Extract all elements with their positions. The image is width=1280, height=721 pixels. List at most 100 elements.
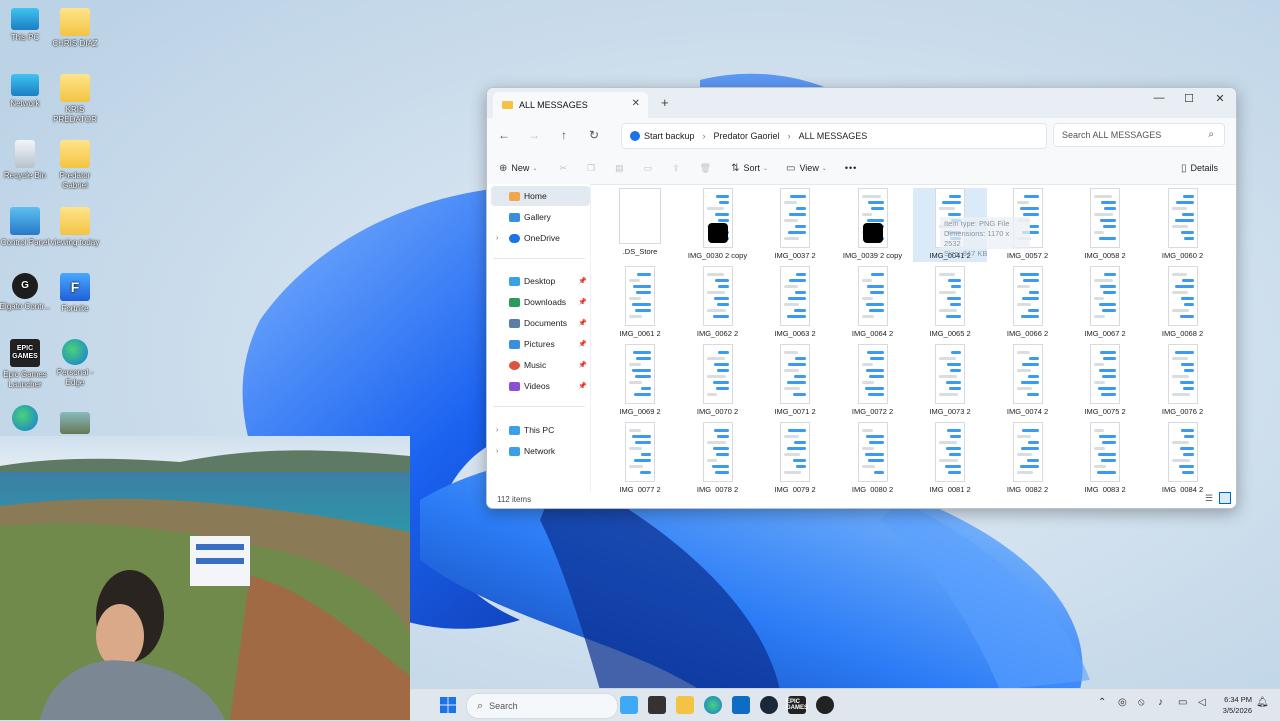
monitor-icon[interactable]: ▭ [1178, 697, 1187, 708]
details-view-icon[interactable]: ☰ [1205, 493, 1213, 504]
desktop-icon-fortnite[interactable]: F Fortnite [48, 273, 102, 314]
sidebar-item-documents[interactable]: Documents 📌 [487, 313, 590, 333]
file-item[interactable]: IMG_0079 2 [758, 422, 832, 494]
microphone-icon[interactable]: ♪ [1158, 697, 1163, 708]
desktop-icon-this-pc[interactable]: This PC [0, 8, 52, 43]
desktop-icon-elgato[interactable]: G Elgato Contr... [0, 273, 52, 312]
file-item[interactable]: IMG_0030 2 copy [681, 188, 755, 262]
file-item[interactable]: IMG_0037 2 [758, 188, 832, 262]
share-icon[interactable]: ⇪ [672, 163, 680, 174]
file-item[interactable]: IMG_0062 2 [681, 266, 755, 340]
store-icon[interactable] [732, 696, 750, 714]
file-item[interactable]: IMG_0075 2 [1068, 344, 1142, 418]
search-box[interactable]: Search ALL MESSAGES ⌕ [1053, 123, 1225, 147]
epic-games-icon[interactable]: EPIC GAMES [786, 696, 808, 714]
file-item[interactable]: IMG_0083 2 [1068, 422, 1142, 494]
file-item[interactable]: IMG_0082 2 [991, 422, 1065, 494]
minimize-button[interactable]: — [1147, 92, 1171, 104]
sort-button[interactable]: ⇅ Sort ⌄ [731, 163, 768, 174]
windows-start-icon[interactable] [440, 697, 456, 713]
desktop-icon-chris-diaz[interactable]: CHRIS DIAZ [48, 8, 102, 49]
file-explorer-icon[interactable] [676, 696, 694, 714]
details-button[interactable]: ▯ Details [1181, 163, 1218, 174]
file-item[interactable]: IMG_0065 2 [913, 266, 987, 340]
file-item[interactable]: IMG_0058 2 [1068, 188, 1142, 262]
cut-icon[interactable]: ✂ [559, 163, 567, 174]
close-window-button[interactable]: ✕ [1208, 92, 1232, 105]
steam-icon[interactable] [760, 696, 778, 714]
file-item[interactable]: IMG_0070 2 [681, 344, 755, 418]
file-item[interactable]: IMG_0067 2 [1068, 266, 1142, 340]
new-tab-button[interactable]: + [661, 95, 669, 110]
sidebar-item-music[interactable]: Music 📌 [487, 355, 590, 375]
file-item[interactable]: IMG_0084 2 [1146, 422, 1220, 494]
copy-icon[interactable]: ❐ [587, 163, 595, 174]
desktop-icon-recycle-bin[interactable]: Recycle Bin [0, 140, 52, 181]
file-item[interactable]: IMG_0073 2 [913, 344, 987, 418]
file-item[interactable]: IMG_0039 2 copy [836, 188, 910, 262]
more-options-button[interactable]: ••• [845, 163, 857, 173]
recording-app-icon[interactable] [816, 696, 834, 714]
file-item[interactable]: IMG_0069 2 [603, 344, 677, 418]
desktop-icon-edge-2[interactable] [0, 405, 52, 434]
file-item[interactable]: IMG_0066 2 [991, 266, 1065, 340]
refresh-button[interactable]: ↻ [579, 128, 609, 142]
sidebar-item-gallery[interactable]: Gallery [487, 207, 590, 227]
sidebar-item-pictures[interactable]: Pictures 📌 [487, 334, 590, 354]
desktop-icon-personal-edge[interactable]: Personal - Edge [48, 339, 102, 388]
sidebar-item-desktop[interactable]: Desktop 📌 [487, 271, 590, 291]
file-item[interactable]: IMG_0080 2 [836, 422, 910, 494]
back-button[interactable]: ← [489, 128, 519, 142]
desktop-icon-epic-games[interactable]: EPIC GAMES Epic Games Launcher [0, 339, 52, 390]
rename-icon[interactable]: ▭ [644, 163, 653, 174]
taskbar-search[interactable]: ⌕ Search [466, 693, 618, 719]
notification-bell-icon[interactable]: 🔔︎ [1256, 697, 1269, 708]
desktop-icon-control-panel[interactable]: Control Panel [0, 207, 52, 248]
file-item[interactable]: IMG_0063 2 [758, 266, 832, 340]
sidebar-item-videos[interactable]: Videos 📌 [487, 376, 590, 396]
up-button[interactable]: ↑ [549, 128, 579, 142]
task-view-icon[interactable] [648, 696, 666, 714]
breadcrumb-predator-gabriel[interactable]: Predator Gaoriel [714, 131, 780, 141]
maximize-button[interactable]: ☐ [1177, 92, 1201, 105]
file-item[interactable]: IMG_0072 2 [836, 344, 910, 418]
file-item[interactable]: IMG_0081 2 [913, 422, 987, 494]
file-item[interactable]: IMG_0074 2 [991, 344, 1065, 418]
delete-icon[interactable]: 🗑 [700, 163, 711, 174]
close-tab-icon[interactable]: ✕ [632, 98, 640, 109]
desktop-icon-predator-gabriel[interactable]: Predator Gabriel [48, 140, 102, 191]
forward-button[interactable]: → [519, 128, 549, 142]
breadcrumb-start-backup[interactable]: Start backup [644, 131, 695, 141]
desktop-icon-kris-predator[interactable]: KRIS PREDATOR [48, 74, 102, 125]
file-item[interactable]: IMG_0076 2 [1146, 344, 1220, 418]
sidebar-item-home[interactable]: Home [491, 186, 590, 206]
file-item[interactable]: IMG_0077 2 [603, 422, 677, 494]
address-bar[interactable]: Start backup › Predator Gaoriel › ALL ME… [621, 123, 1047, 149]
file-item[interactable]: IMG_0061 2 [603, 266, 677, 340]
tray-app-icon[interactable]: ◎ [1118, 697, 1127, 708]
file-item[interactable]: IMG_0060 2 [1146, 188, 1220, 262]
network-icon[interactable]: ⦸ [1138, 697, 1145, 708]
breadcrumb-all-messages[interactable]: ALL MESSAGES [799, 131, 868, 141]
tiles-view-icon[interactable] [1219, 492, 1231, 504]
sidebar-item-downloads[interactable]: Downloads 📌 [487, 292, 590, 312]
new-button[interactable]: ⊕ New ⌄ [499, 163, 537, 174]
view-button[interactable]: ▭ View ⌄ [786, 163, 827, 174]
sidebar-item-this-pc[interactable]: › This PC [487, 420, 590, 440]
tab-all-messages[interactable]: ALL MESSAGES ✕ [493, 92, 648, 118]
paste-icon[interactable]: ▤ [615, 163, 624, 174]
copilot-icon[interactable] [620, 696, 638, 714]
sidebar-item-onedrive[interactable]: › OneDrive [487, 228, 590, 248]
clock[interactable]: 6:34 PM 3/5/2026 [1223, 694, 1252, 716]
file-item[interactable]: .DS_Store [603, 188, 677, 262]
chevron-up-icon[interactable]: ⌃ [1098, 697, 1106, 708]
file-item[interactable]: IMG_0064 2 [836, 266, 910, 340]
file-item[interactable]: IMG_0068 2 [1146, 266, 1220, 340]
file-item[interactable]: IMG_0078 2 [681, 422, 755, 494]
desktop-icon-viewing-today[interactable]: viewing today [48, 207, 102, 248]
edge-icon[interactable] [704, 696, 722, 714]
sidebar-item-network[interactable]: › Network [487, 441, 590, 461]
desktop-icon-image[interactable] [48, 412, 102, 437]
volume-icon[interactable]: ◁ [1198, 697, 1206, 708]
file-item[interactable]: IMG_0071 2 [758, 344, 832, 418]
